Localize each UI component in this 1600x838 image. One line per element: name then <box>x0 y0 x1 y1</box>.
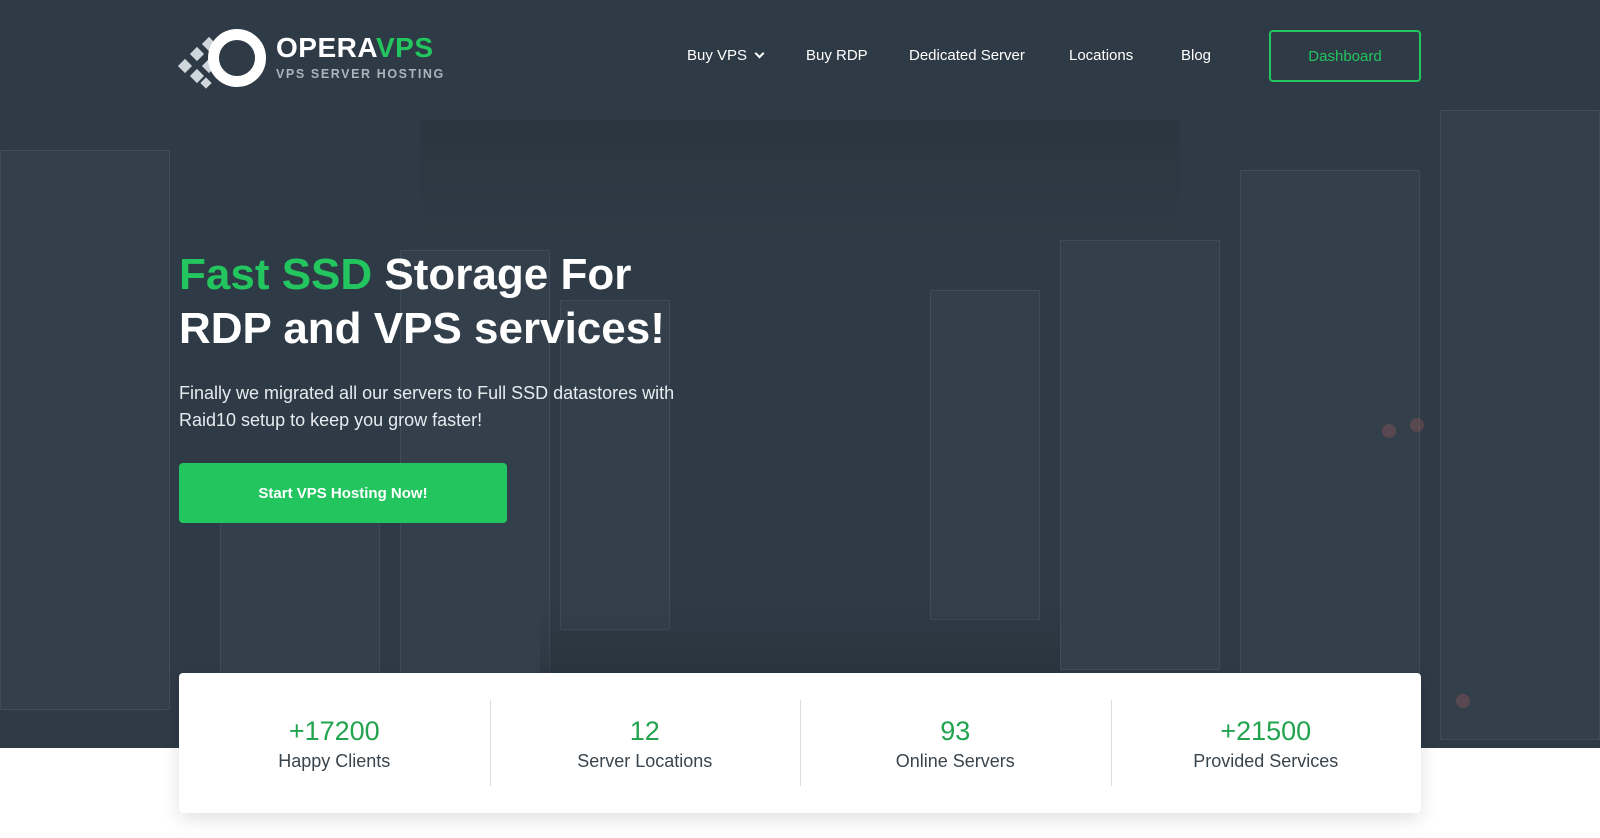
headline-line2: RDP and VPS services! <box>179 304 665 353</box>
nav-item-locations[interactable]: Locations <box>1069 44 1133 68</box>
stat-label: Server Locations <box>577 750 713 771</box>
background-rack <box>1060 240 1220 670</box>
site-logo[interactable]: OPERAVPS VPS SERVER HOSTING <box>177 26 445 89</box>
nav-item-buy-rdp[interactable]: Buy RDP <box>806 44 868 68</box>
nav-item-dedicated-server[interactable]: Dedicated Server <box>909 44 1025 68</box>
logo-mark-icon <box>177 27 270 89</box>
stat-happy-clients: +17200 Happy Clients <box>179 700 490 786</box>
background-indicator-light <box>1410 418 1424 432</box>
logo-name-green: VPS <box>376 32 434 63</box>
chevron-down-icon <box>754 48 765 59</box>
background-rack <box>1240 170 1420 710</box>
start-vps-hosting-button[interactable]: Start VPS Hosting Now! <box>179 463 507 523</box>
stats-card: +17200 Happy Clients 12 Server Locations… <box>179 673 1421 813</box>
stat-value: 12 <box>629 715 660 746</box>
stat-value: +21500 <box>1220 715 1312 746</box>
stat-label: Happy Clients <box>278 750 391 771</box>
headline-line1-rest: Storage For <box>372 250 632 299</box>
stat-server-locations: 12 Server Locations <box>489 700 801 786</box>
nav-item-buy-vps[interactable]: Buy VPS <box>687 44 765 68</box>
background-rack <box>1440 110 1600 740</box>
hero-section: OPERAVPS VPS SERVER HOSTING Buy VPS Buy … <box>0 0 1600 748</box>
logo-text: OPERAVPS VPS SERVER HOSTING <box>276 33 445 82</box>
background-rack <box>930 290 1040 620</box>
background-indicator-light <box>1382 424 1396 438</box>
hero-headline: Fast SSD Storage For RDP and VPS services… <box>179 248 739 356</box>
stat-provided-services: +21500 Provided Services <box>1110 700 1422 786</box>
background-ceiling <box>420 120 1180 240</box>
logo-title: OPERAVPS <box>276 33 445 63</box>
stat-label: Provided Services <box>1193 750 1339 771</box>
dashboard-button[interactable]: Dashboard <box>1269 30 1421 82</box>
background-rack <box>0 150 170 710</box>
stat-value: +17200 <box>288 715 380 746</box>
background-indicator-light <box>1456 694 1470 708</box>
logo-tagline: VPS SERVER HOSTING <box>276 67 445 81</box>
stat-online-servers: 93 Online Servers <box>800 700 1111 786</box>
nav-item-label: Buy VPS <box>687 47 748 64</box>
nav-item-blog[interactable]: Blog <box>1181 44 1211 68</box>
hero-subtext: Finally we migrated all our servers to F… <box>179 383 675 430</box>
stat-label: Online Servers <box>895 750 1015 771</box>
stat-value: 93 <box>940 715 971 746</box>
headline-accent: Fast SSD <box>179 250 373 299</box>
logo-name-white: OPERA <box>276 32 376 63</box>
